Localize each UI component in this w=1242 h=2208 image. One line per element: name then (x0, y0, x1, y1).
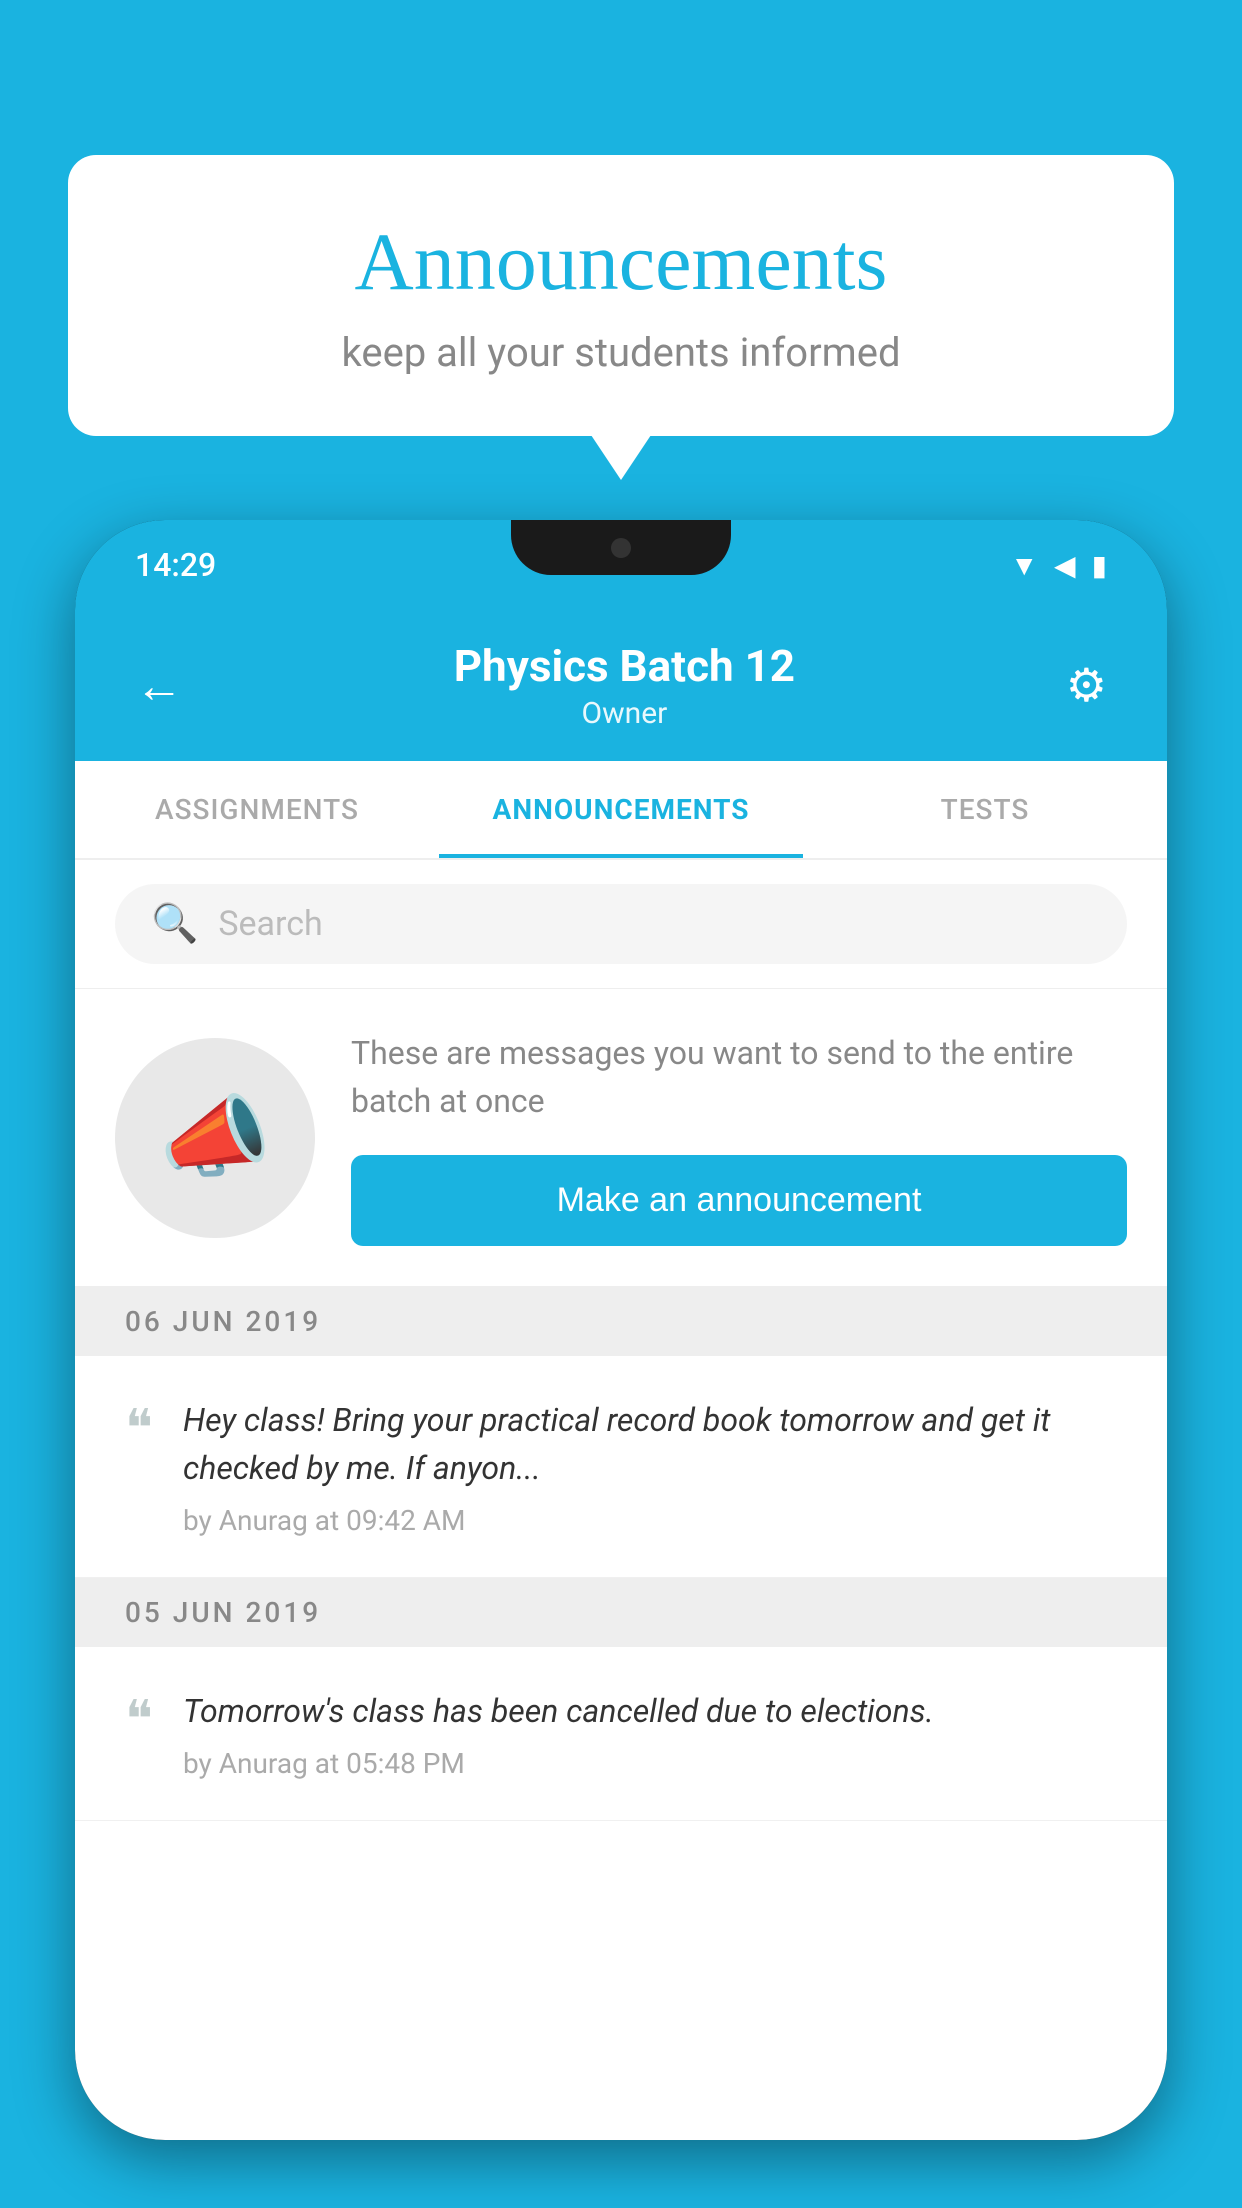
promo-icon-circle: 📣 (115, 1038, 315, 1238)
speech-bubble-container: Announcements keep all your students inf… (68, 155, 1174, 436)
announcement-item-2[interactable]: ❝ Tomorrow's class has been cancelled du… (75, 1647, 1167, 1821)
signal-icon: ◀ (1054, 549, 1076, 582)
tab-assignments[interactable]: ASSIGNMENTS (75, 761, 439, 858)
announcement-item-1[interactable]: ❝ Hey class! Bring your practical record… (75, 1356, 1167, 1578)
tab-tests[interactable]: TESTS (803, 761, 1167, 858)
announcement-text-wrap-2: Tomorrow's class has been cancelled due … (183, 1687, 1117, 1780)
speech-bubble-subtitle: keep all your students informed (148, 329, 1094, 376)
announcement-meta-2: by Anurag at 05:48 PM (183, 1747, 1117, 1780)
promo-right: These are messages you want to send to t… (351, 1029, 1127, 1246)
promo-area: 📣 These are messages you want to send to… (75, 989, 1167, 1287)
announcement-text-wrap-1: Hey class! Bring your practical record b… (183, 1396, 1117, 1537)
phone-container: 14:29 ▼ ◀ ▮ ← Physics Batch 12 Owner ⚙ A… (75, 520, 1167, 2208)
date-separator-jun5: 05 JUN 2019 (75, 1578, 1167, 1647)
search-input-container[interactable]: 🔍 Search (115, 884, 1127, 964)
tabs-container: ASSIGNMENTS ANNOUNCEMENTS TESTS (75, 761, 1167, 860)
header-center: Physics Batch 12 Owner (454, 640, 795, 731)
back-button[interactable]: ← (135, 657, 183, 714)
announcement-meta-1: by Anurag at 09:42 AM (183, 1504, 1117, 1537)
status-time: 14:29 (135, 546, 216, 584)
header-subtitle: Owner (454, 696, 795, 731)
date-separator-jun6: 06 JUN 2019 (75, 1287, 1167, 1356)
search-bar: 🔍 Search (75, 860, 1167, 989)
quote-icon-2: ❝ (125, 1695, 153, 1747)
tab-announcements[interactable]: ANNOUNCEMENTS (439, 761, 803, 858)
quote-icon-1: ❝ (125, 1404, 153, 1456)
camera-dot (611, 538, 631, 558)
speech-bubble-title: Announcements (148, 215, 1094, 309)
battery-icon: ▮ (1092, 549, 1107, 582)
header-title: Physics Batch 12 (454, 640, 795, 692)
promo-description: These are messages you want to send to t… (351, 1029, 1127, 1125)
phone-frame: 14:29 ▼ ◀ ▮ ← Physics Batch 12 Owner ⚙ A… (75, 520, 1167, 2140)
search-icon: 🔍 (151, 902, 198, 946)
speech-bubble: Announcements keep all your students inf… (68, 155, 1174, 436)
settings-icon[interactable]: ⚙ (1066, 658, 1107, 713)
app-header: ← Physics Batch 12 Owner ⚙ (75, 610, 1167, 761)
phone-content: 🔍 Search 📣 These are messages you want t… (75, 860, 1167, 2140)
status-icons: ▼ ◀ ▮ (1010, 549, 1107, 582)
wifi-icon: ▼ (1010, 549, 1038, 582)
notch (511, 520, 731, 575)
announcement-text-2: Tomorrow's class has been cancelled due … (183, 1687, 1117, 1735)
announcement-text-1: Hey class! Bring your practical record b… (183, 1396, 1117, 1492)
search-input[interactable]: Search (218, 904, 322, 944)
megaphone-icon: 📣 (159, 1085, 271, 1190)
make-announcement-button[interactable]: Make an announcement (351, 1155, 1127, 1246)
